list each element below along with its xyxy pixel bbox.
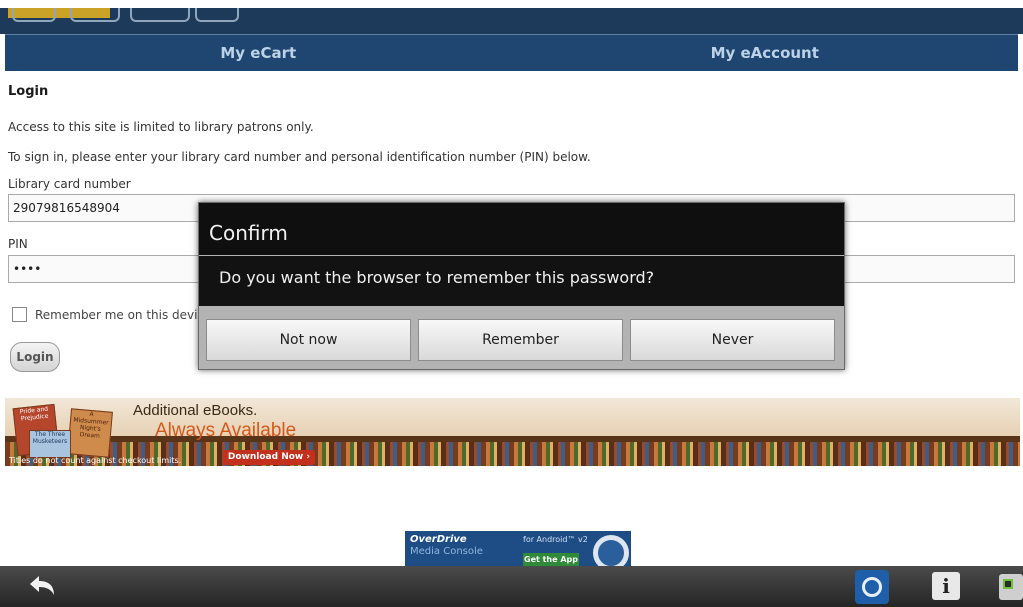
sign-in-instructions: To sign in, please enter your library ca…: [8, 150, 591, 164]
site-nav-bar: My eCart My eAccount: [5, 34, 1018, 71]
nav-my-ecart[interactable]: My eCart: [5, 35, 512, 71]
top-tab-2[interactable]: [70, 8, 120, 22]
system-bar: i: [0, 566, 1023, 607]
banner-note: Titles do not count against checkout lim…: [9, 456, 182, 465]
top-tab-1[interactable]: [12, 8, 56, 22]
device-icon[interactable]: [999, 574, 1023, 600]
remember-me-checkbox[interactable]: [12, 307, 27, 322]
never-button[interactable]: Never: [630, 319, 835, 361]
card-number-label: Library card number: [8, 177, 131, 191]
dialog-message: Do you want the browser to remember this…: [219, 268, 655, 287]
overdrive-logo-icon: [593, 535, 629, 567]
ebooks-banner[interactable]: Pride and Prejudice A Midsummer Night's …: [5, 398, 1020, 466]
promo-brand: OverDrive: [410, 534, 467, 545]
dialog-body: Do you want the browser to remember this…: [199, 256, 844, 306]
top-strip: [0, 0, 1023, 8]
remember-button[interactable]: Remember: [418, 319, 623, 361]
banner-headline: Additional eBooks.: [133, 402, 258, 419]
access-notice: Access to this site is limited to librar…: [8, 120, 314, 134]
browser-top-bar: [0, 8, 1023, 34]
dialog-title: Confirm: [209, 221, 288, 245]
nav-my-eaccount[interactable]: My eAccount: [512, 35, 1019, 71]
remember-me-row[interactable]: Remember me on this devic: [12, 307, 204, 322]
login-heading: Login: [8, 84, 49, 99]
book-cover-3: The Three Musketeers: [29, 430, 71, 458]
promo-platform: for Android™ v2: [523, 535, 588, 544]
download-now-button[interactable]: Download Now ›: [223, 450, 315, 465]
top-tab-4[interactable]: [195, 8, 239, 22]
info-icon[interactable]: i: [932, 572, 960, 600]
banner-tagline: Always Available: [155, 420, 297, 441]
dialog-title-bar: Confirm: [199, 203, 844, 255]
back-arrow-icon[interactable]: [26, 574, 58, 598]
remember-me-label: Remember me on this devic: [35, 307, 205, 322]
confirm-dialog: Confirm Do you want the browser to remem…: [198, 202, 845, 370]
get-the-app-button[interactable]: Get the App: [523, 553, 579, 567]
book-cover-2: A Midsummer Night's Dream: [67, 408, 113, 458]
overdrive-app-icon[interactable]: [855, 570, 889, 604]
not-now-button[interactable]: Not now: [206, 319, 411, 361]
login-button[interactable]: Login: [10, 342, 60, 372]
overdrive-promo[interactable]: OverDrive Media Console for Android™ v2 …: [405, 531, 631, 567]
pin-label: PIN: [8, 237, 28, 251]
promo-subtitle: Media Console: [410, 546, 483, 557]
book-covers: Pride and Prejudice A Midsummer Night's …: [12, 402, 127, 462]
top-tab-3[interactable]: [130, 8, 190, 22]
